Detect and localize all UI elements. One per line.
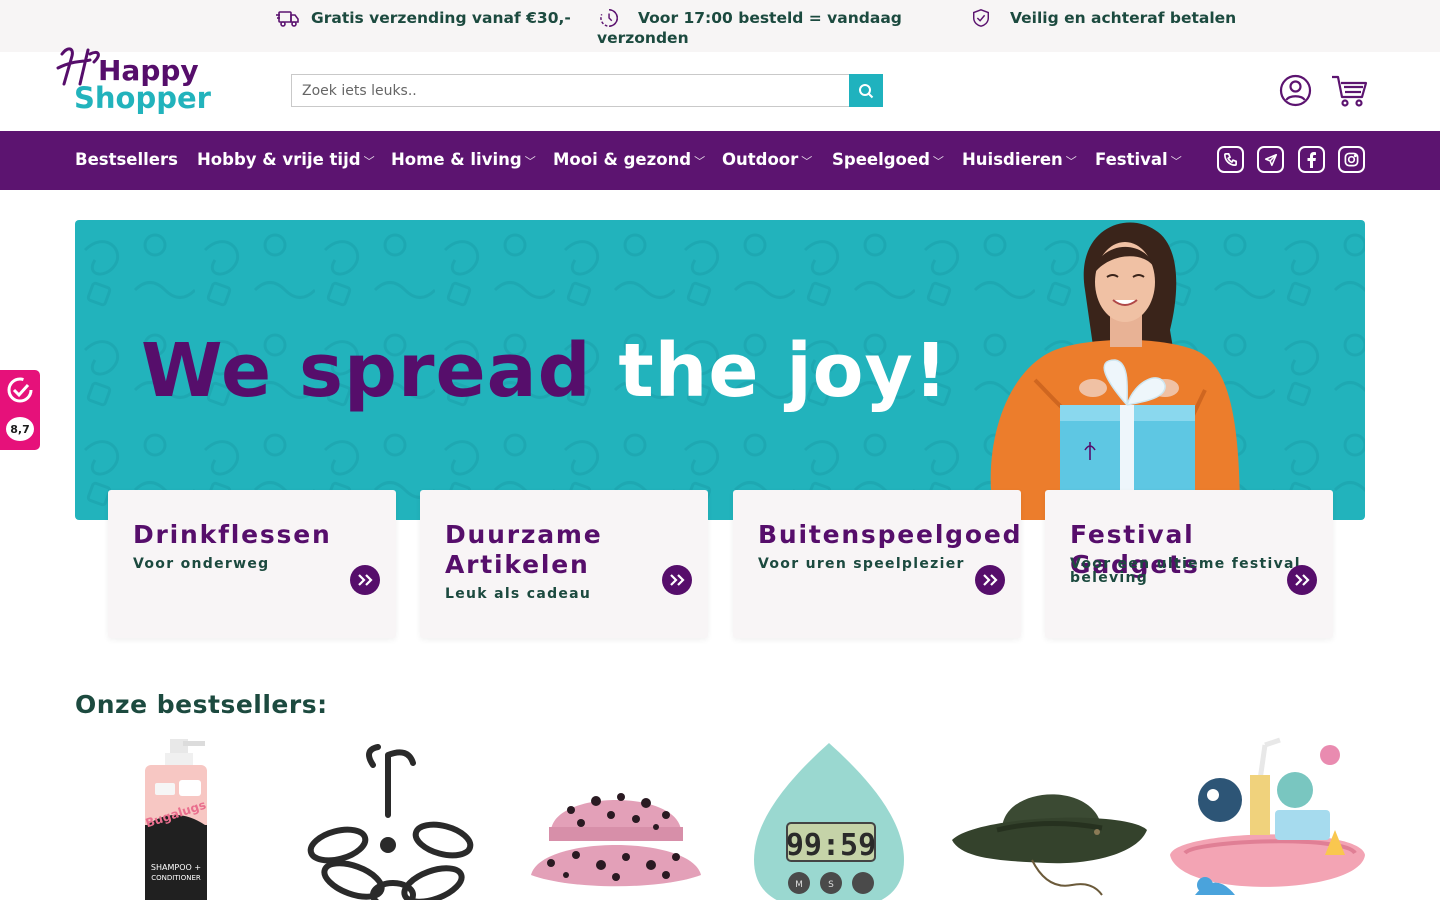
product-shampoo[interactable]: Bugalugs SHAMPOO + CONDITIONER — [75, 735, 285, 900]
nav-label: Speelgoed — [832, 150, 930, 169]
card-title: Buitenspeelgoed — [758, 520, 1023, 549]
facebook-icon[interactable] — [1298, 146, 1325, 173]
cart-icon[interactable] — [1330, 72, 1368, 108]
instagram-icon[interactable] — [1338, 146, 1365, 173]
usp-payment: Veilig en achteraf betalen — [970, 8, 1236, 28]
product-image — [531, 793, 701, 887]
double-chevron-right-icon[interactable] — [1287, 565, 1317, 595]
hero-title-part1: We spread — [141, 328, 592, 414]
hero-title: We spread the joy! — [141, 328, 949, 414]
card-subtitle-line2: beleving — [1070, 570, 1149, 586]
nav-item-speelgoed[interactable]: Speelgoed ﹀ — [832, 150, 944, 169]
nav-label: Bestsellers — [75, 150, 178, 169]
nav-item-huisdieren[interactable]: Huisdieren ﹀ — [962, 150, 1077, 169]
product-bath-toy[interactable] — [1165, 735, 1375, 900]
nav-item-home-living[interactable]: Home & living ﹀ — [391, 150, 536, 169]
card-title: Duurzame Artikelen — [445, 520, 603, 580]
nav-label: Festival — [1095, 150, 1168, 169]
usp-payment-text: Veilig en achteraf betalen — [1010, 9, 1237, 27]
chevron-down-icon: ﹀ — [524, 155, 536, 168]
nav-label: Home & living — [391, 150, 522, 169]
hero-title-part2: the joy! — [618, 328, 949, 414]
card-subtitle-line1: Voor een ultieme festival — [1070, 556, 1301, 572]
woman-with-gift-image — [990, 222, 1240, 520]
search-button[interactable] — [849, 74, 883, 107]
nav-label: Outdoor — [722, 150, 799, 169]
nav-item-festival[interactable]: Festival ﹀ — [1095, 150, 1182, 169]
nav-label: Huisdieren — [962, 150, 1063, 169]
account-icon[interactable] — [1279, 74, 1312, 107]
usp-sameday: Voor 17:00 besteld = vandaag verzonden — [597, 8, 902, 48]
logo-text-shopper: Shopper — [74, 81, 212, 114]
phone-icon[interactable] — [1217, 146, 1244, 173]
product-image — [307, 744, 474, 900]
review-widget[interactable]: 8,7 — [0, 370, 40, 450]
shield-check-icon — [973, 9, 989, 27]
truck-icon — [276, 11, 299, 27]
product-image — [1170, 737, 1365, 895]
double-chevron-right-icon[interactable] — [350, 565, 380, 595]
bestsellers-title: Onze bestsellers: — [75, 690, 328, 719]
timer-display: 99:59 — [786, 828, 876, 863]
review-score: 8,7 — [6, 417, 34, 441]
product-kitchen-timer[interactable]: 99:59 M S — [729, 735, 939, 900]
product-image — [952, 794, 1147, 896]
search-bar — [291, 74, 883, 107]
product-drying-rack[interactable] — [293, 735, 503, 900]
product-leopard-bucket-hat[interactable] — [511, 735, 721, 900]
double-chevron-right-icon[interactable] — [662, 565, 692, 595]
usp-sameday-line1: Voor 17:00 besteld = vandaag — [638, 9, 902, 27]
card-subtitle: Voor uren speelplezier — [758, 556, 965, 572]
product-image: Bugalugs SHAMPOO + CONDITIONER — [144, 739, 208, 900]
card-subtitle: Voor onderweg — [133, 556, 270, 572]
nav-item-outdoor[interactable]: Outdoor ﹀ — [722, 150, 812, 169]
usp-sameday-line2: verzonden — [597, 29, 689, 47]
nav-item-hobby[interactable]: Hobby & vrije tijd ﹀ — [197, 150, 375, 169]
double-chevron-right-icon[interactable] — [975, 565, 1005, 595]
chevron-down-icon: ﹀ — [363, 155, 375, 168]
clock-icon — [600, 9, 618, 27]
product-image: 99:59 M S — [754, 743, 904, 900]
review-logo-icon — [7, 377, 33, 403]
happy-shopper-logo[interactable]: Happy Shopper — [44, 24, 224, 114]
usp-shipping: Gratis verzending vanaf €30,- — [276, 8, 571, 28]
card-subtitle: Leuk als cadeau — [445, 586, 592, 602]
header: Happy Shopper — [0, 47, 1440, 131]
svg-text:CONDITIONER: CONDITIONER — [151, 874, 201, 882]
nav-label: Mooi & gezond — [553, 150, 692, 169]
nav-item-bestsellers[interactable]: Bestsellers — [75, 150, 178, 169]
nav-item-mooi-gezond[interactable]: Mooi & gezond ﹀ — [553, 150, 705, 169]
card-title-line1: Duurzame — [445, 520, 603, 549]
usp-shipping-text: Gratis verzending vanaf €30,- — [311, 9, 571, 27]
card-subtitle: Voor een ultieme festival beleving — [1070, 557, 1301, 585]
card-title: Drinkflessen — [133, 520, 332, 549]
chevron-down-icon: ﹀ — [1170, 155, 1182, 168]
hero-banner[interactable]: We spread the joy! — [75, 220, 1365, 520]
search-icon — [859, 83, 874, 98]
category-card-drinkflessen[interactable]: Drinkflessen Voor onderweg — [108, 490, 396, 638]
card-title-line2: Artikelen — [445, 550, 590, 579]
send-icon[interactable] — [1257, 146, 1284, 173]
svg-text:SHAMPOO +: SHAMPOO + — [151, 863, 201, 872]
svg-text:M: M — [795, 880, 803, 890]
svg-text:S: S — [828, 880, 834, 890]
category-card-buitenspeelgoed[interactable]: Buitenspeelgoed Voor uren speelplezier — [733, 490, 1021, 638]
main-nav: Bestsellers Hobby & vrije tijd ﹀ Home & l… — [0, 131, 1440, 190]
category-card-duurzame-artikelen[interactable]: Duurzame Artikelen Leuk als cadeau — [420, 490, 708, 638]
chevron-down-icon: ﹀ — [801, 155, 813, 168]
search-input[interactable] — [291, 74, 849, 107]
chevron-down-icon: ﹀ — [694, 155, 706, 168]
chevron-down-icon: ﹀ — [932, 155, 944, 168]
nav-label: Hobby & vrije tijd — [197, 150, 361, 169]
chevron-down-icon: ﹀ — [1065, 155, 1077, 168]
category-card-festival-gadgets[interactable]: Festival Gadgets Voor een ultieme festiv… — [1045, 490, 1333, 638]
product-safari-hat[interactable] — [947, 735, 1157, 900]
